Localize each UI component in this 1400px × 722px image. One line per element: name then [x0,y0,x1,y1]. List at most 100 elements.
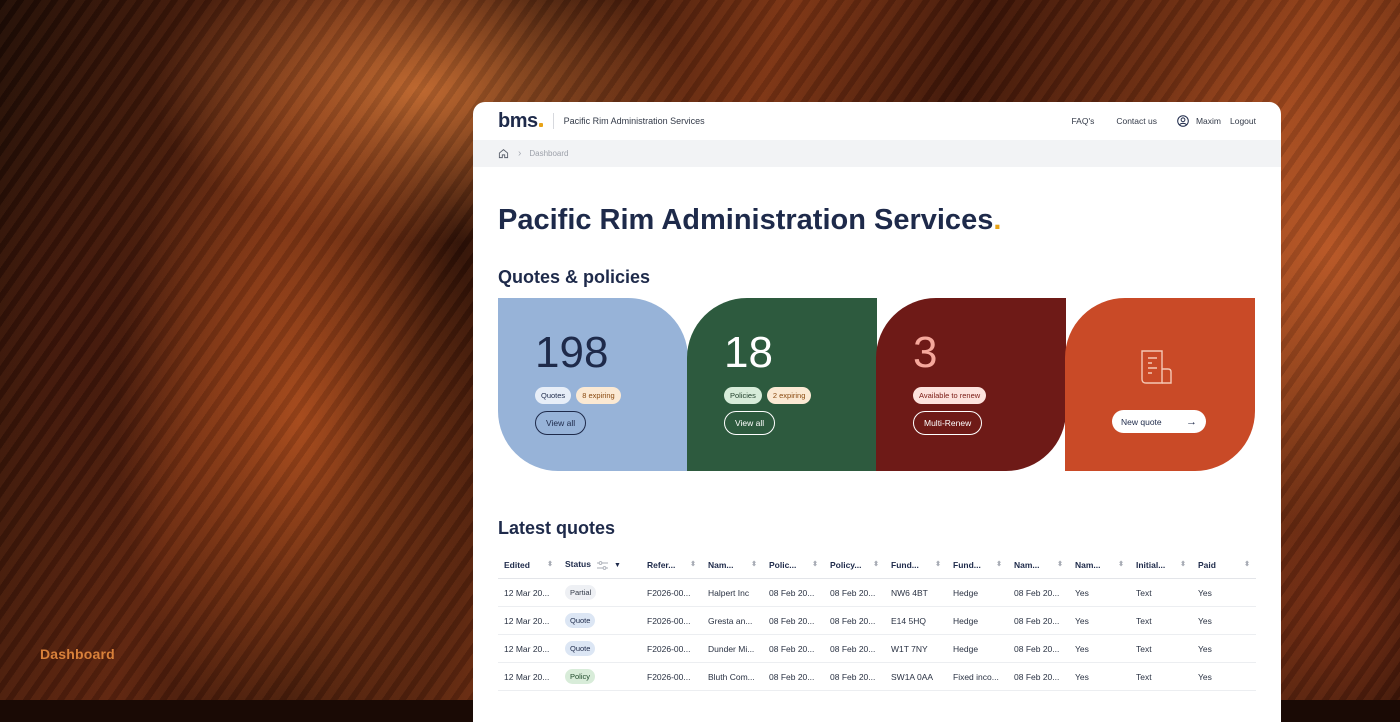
sort-icon[interactable]: ⬍ [751,560,757,568]
cell: 08 Feb 20... [1008,578,1069,607]
column-header[interactable]: Fund... ⬍ [947,551,1008,579]
expiring-pill: 8 expiring [576,387,621,404]
renewals-card: 3 Available to renew Multi-Renew [876,298,1066,471]
cell: Yes [1069,606,1130,635]
cell: Text [1130,578,1192,607]
cell: F2026-00... [641,578,702,607]
multi-renew-button[interactable]: Multi-Renew [913,411,983,435]
column-header[interactable]: Refer... ⬍ [641,551,702,579]
cell: Yes [1192,634,1256,663]
sort-icon[interactable]: ⬍ [1057,560,1063,568]
cell: Dunder Mi... [702,634,763,663]
table-row[interactable]: 12 Mar 20... Quote F2026-00... Gresta an… [498,606,1256,635]
column-header[interactable]: Nam... ⬍ [1008,551,1069,579]
cell: Yes [1069,662,1130,691]
table-row[interactable]: 12 Mar 20... Policy F2026-00... Bluth Co… [498,662,1256,691]
contact-link[interactable]: Contact us [1116,116,1157,126]
cell: Bluth Com... [702,662,763,691]
cell: 08 Feb 20... [1008,634,1069,663]
cell: Yes [1192,662,1256,691]
cell: 12 Mar 20... [498,578,559,607]
cell: 12 Mar 20... [498,634,559,663]
cell: 08 Feb 20... [1008,662,1069,691]
arrow-right-icon: → [1186,415,1197,428]
cell-status: Policy [559,662,641,691]
column-header[interactable]: Initial... ⬍ [1130,551,1192,579]
divider [552,113,554,129]
column-header[interactable]: Nam... ⬍ [702,551,763,579]
policies-pill: Policies [724,387,762,404]
faqs-link[interactable]: FAQ's [1071,116,1094,126]
sort-icon[interactable]: ⬍ [1180,560,1186,568]
status-badge: Partial [565,585,597,600]
new-quote-card[interactable]: New quote → [1065,298,1255,471]
cell: E14 5HQ [885,606,947,635]
caret-down-icon[interactable]: ▼ [614,562,621,569]
cell: 12 Mar 20... [498,662,559,691]
sort-icon[interactable]: ⬍ [1118,560,1124,568]
cell: Text [1130,606,1192,635]
column-header[interactable]: Nam... ⬍ [1069,551,1130,579]
new-quote-button[interactable]: New quote → [1112,410,1206,433]
cell: 08 Feb 20... [1008,606,1069,635]
cell: 08 Feb 20... [824,634,885,663]
cell: 08 Feb 20... [763,662,824,691]
document-icon [1141,350,1172,384]
available-to-renew-pill: Available to renew [913,387,987,404]
app-window: bms Pacific Rim Administration Services … [473,102,1281,722]
cell: 08 Feb 20... [763,578,824,607]
sort-icon[interactable]: ⬍ [547,560,553,568]
side-label: Dashboard [40,646,115,662]
sort-icon[interactable]: ⬍ [873,560,879,568]
cell: Hedge [947,606,1008,635]
cell: F2026-00... [641,634,702,663]
sort-icon[interactable]: ⬍ [812,560,818,568]
sort-icon[interactable]: ⬍ [690,560,696,568]
column-header[interactable]: Polic... ⬍ [763,551,824,579]
sort-icon[interactable]: ⬍ [996,560,1002,568]
org-name: Pacific Rim Administration Services [563,116,705,126]
sort-icon[interactable]: ⬍ [935,560,941,568]
logo[interactable]: bms [498,110,543,133]
user-name[interactable]: Maxim [1196,116,1221,126]
logo-dot-icon [538,122,543,127]
main-content: Pacific Rim Administration Services. Quo… [473,203,1281,691]
cell: 08 Feb 20... [824,662,885,691]
cell: Halpert Inc [702,578,763,607]
cell: F2026-00... [641,606,702,635]
policies-count: 18 [724,328,773,377]
latest-quotes-table: Edited ⬍ Status ▼ Refer... ⬍ Nam... ⬍ Polic.… [498,551,1256,691]
table-header-row: Edited ⬍ Status ▼ Refer... ⬍ Nam... ⬍ Polic.… [498,551,1256,579]
column-header[interactable]: Fund... ⬍ [885,551,947,579]
status-badge: Policy [565,669,596,684]
policies-card: 18 Policies 2 expiring View all [687,298,877,471]
title-dot: . [993,204,1002,236]
logout-link[interactable]: Logout [1230,116,1256,126]
sort-icon[interactable]: ⬍ [1244,560,1250,568]
column-header[interactable]: Edited ⬍ [498,551,559,579]
cell: Fixed inco... [947,662,1008,691]
cell: Yes [1069,634,1130,663]
view-all-policies-button[interactable]: View all [724,411,776,435]
expiring-pill: 2 expiring [766,387,812,404]
user-avatar-icon[interactable] [1177,115,1189,127]
column-header[interactable]: Policy... ⬍ [824,551,885,579]
status-badge: Quote [565,641,596,656]
chevron-right-icon: › [518,148,522,159]
filter-icon[interactable] [596,560,608,570]
view-all-quotes-button[interactable]: View all [535,411,587,435]
table-row[interactable]: 12 Mar 20... Partial F2026-00... Halpert… [498,578,1256,607]
home-icon[interactable] [498,148,509,159]
cell: Yes [1192,578,1256,607]
cell: Text [1130,662,1192,691]
cell-status: Quote [559,606,641,635]
column-header[interactable]: Paid ⬍ [1192,551,1256,579]
page-title: Pacific Rim Administration Services. [498,204,1002,236]
table-row[interactable]: 12 Mar 20... Quote F2026-00... Dunder Mi… [498,634,1256,663]
breadcrumb: › Dashboard [473,140,1281,167]
cell: 08 Feb 20... [763,606,824,635]
column-header-status[interactable]: Status ▼ [559,551,641,579]
cell: Yes [1192,606,1256,635]
breadcrumb-current: Dashboard [529,149,569,158]
quotes-count: 198 [535,328,609,377]
